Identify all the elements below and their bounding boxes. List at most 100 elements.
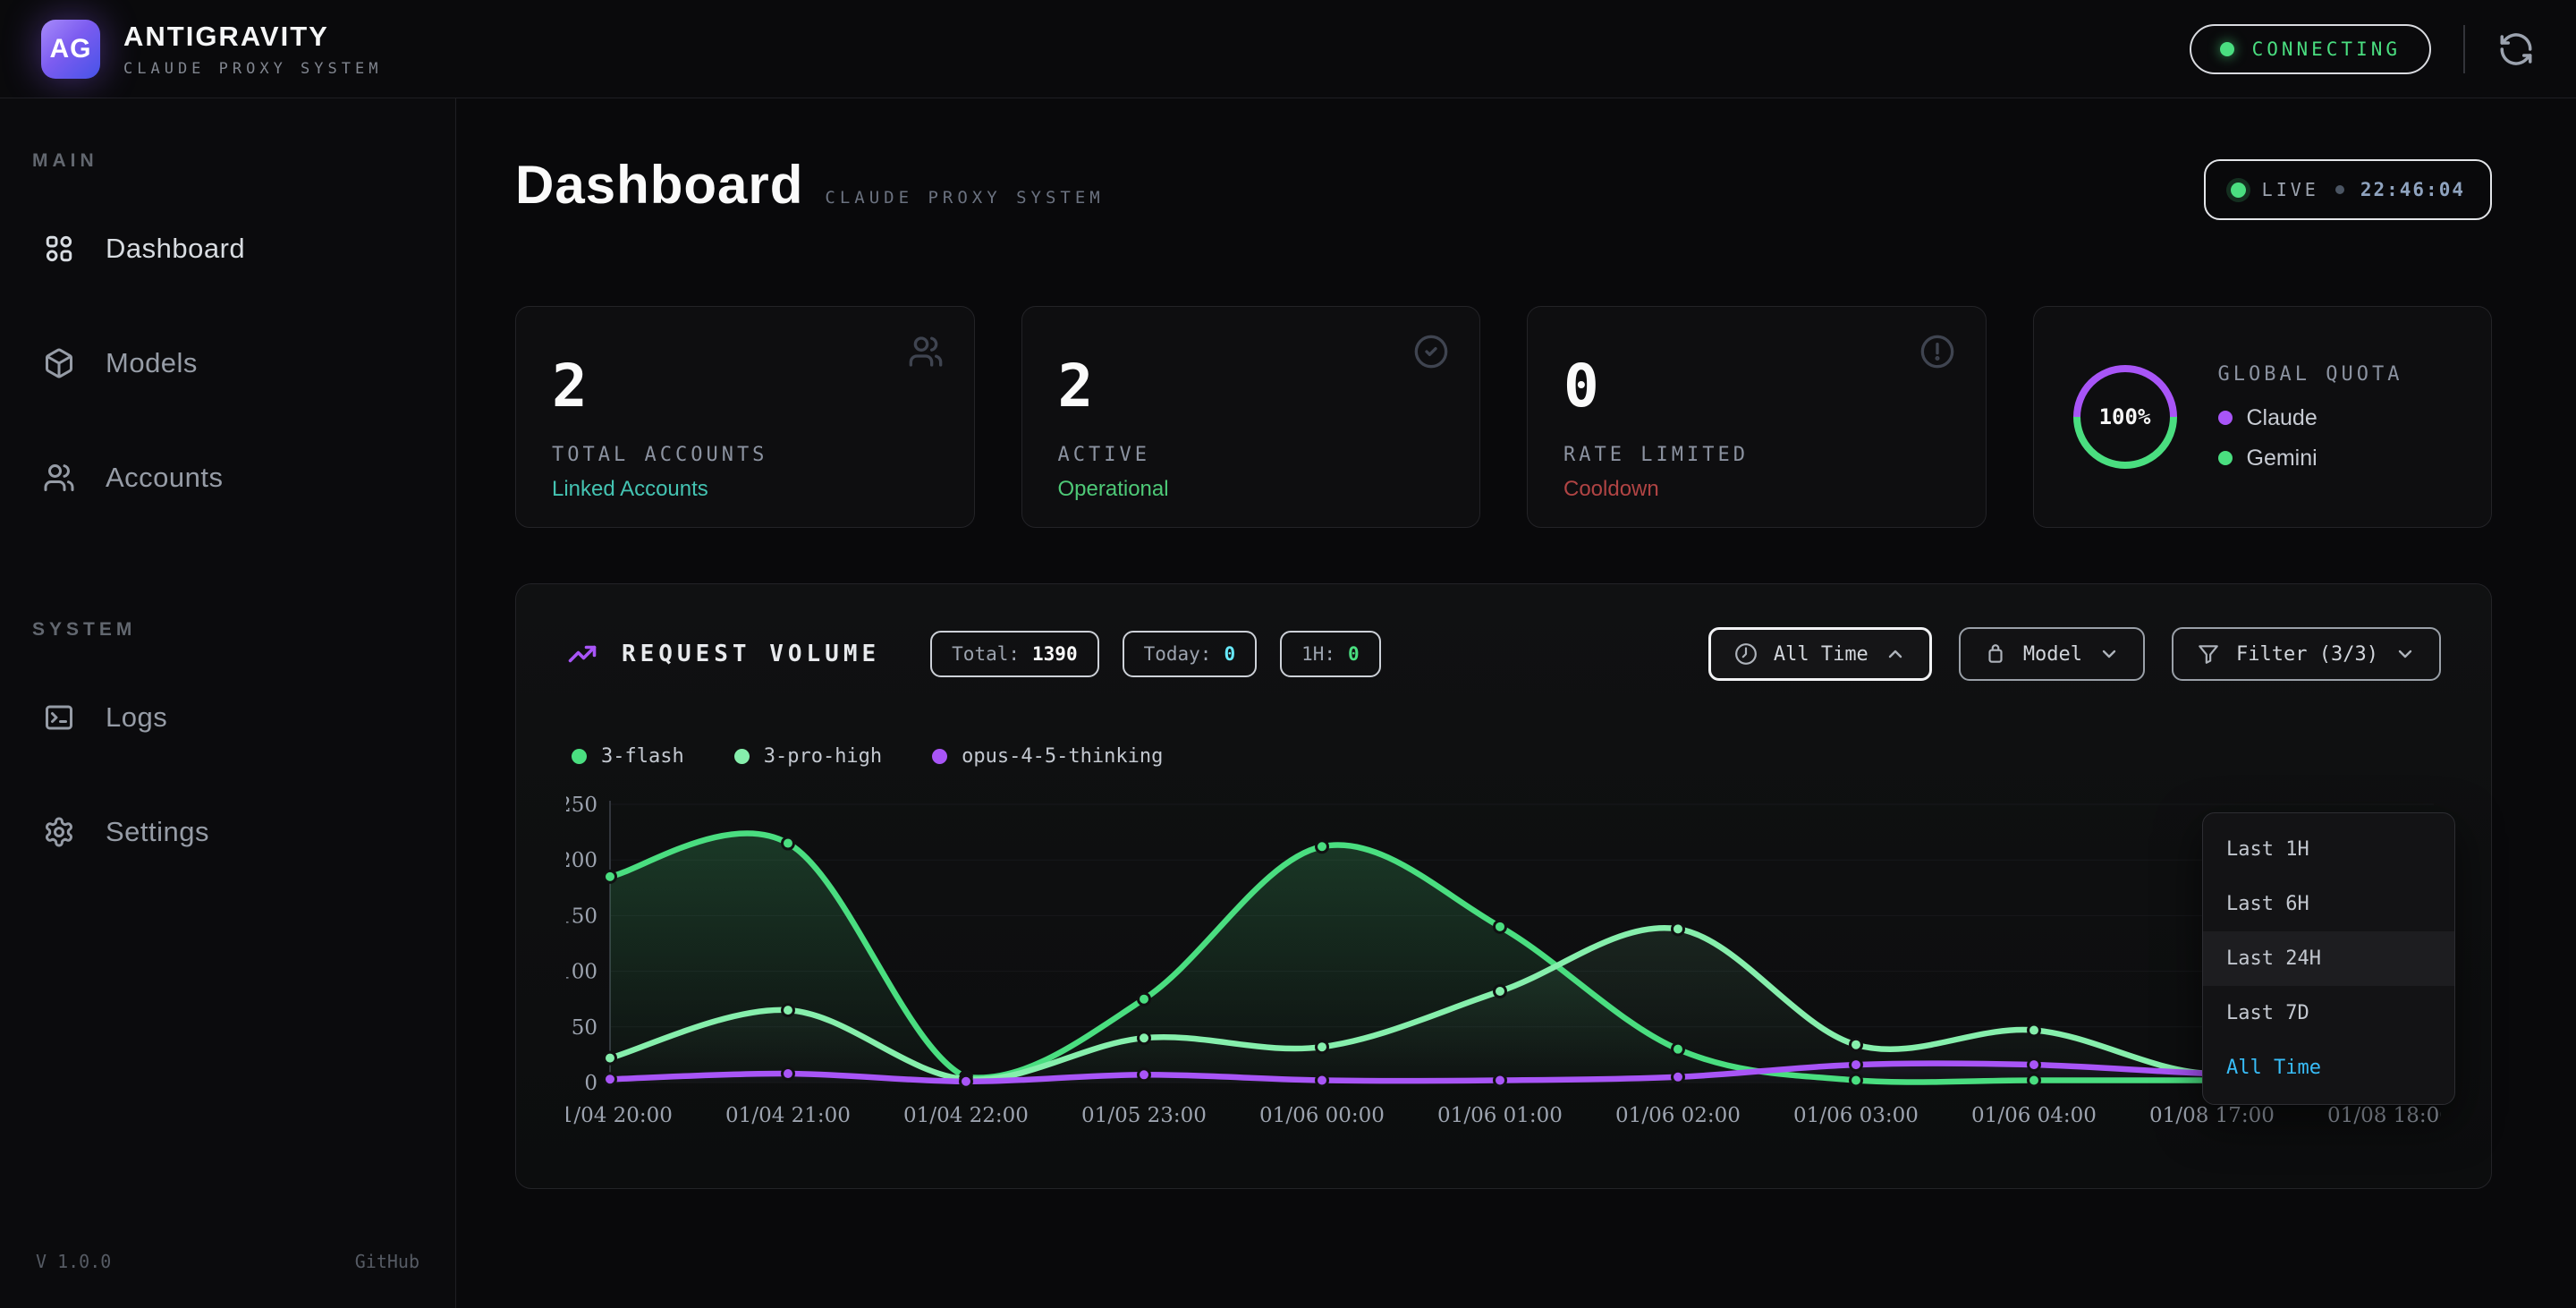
cube-icon bbox=[43, 347, 75, 379]
panel-title: REQUEST VOLUME bbox=[622, 641, 880, 667]
sidebar-item-models[interactable]: Models bbox=[30, 326, 425, 401]
github-link[interactable]: GitHub bbox=[355, 1251, 419, 1272]
svg-text:0: 0 bbox=[584, 1072, 597, 1095]
page-subtitle: CLAUDE PROXY SYSTEM bbox=[825, 188, 1104, 208]
terminal-icon bbox=[43, 701, 75, 734]
pill-value: 1390 bbox=[1032, 643, 1078, 665]
series-dot-icon bbox=[572, 749, 587, 764]
dot-separator-icon bbox=[2335, 185, 2344, 194]
claude-dot-icon bbox=[2218, 411, 2233, 425]
svg-text:01/06 04:00: 01/06 04:00 bbox=[1971, 1104, 2097, 1127]
divider bbox=[2463, 25, 2465, 73]
sidebar: MAIN Dashboard Models bbox=[0, 98, 456, 1308]
chevron-down-icon bbox=[2098, 643, 2120, 665]
sidebar-item-label: Dashboard bbox=[106, 233, 245, 265]
quota-legend-claude: Claude bbox=[2218, 405, 2403, 431]
dropdown-item-last-24h[interactable]: Last 24H bbox=[2203, 931, 2454, 986]
trending-up-icon bbox=[566, 638, 598, 670]
stat-value: 0 bbox=[1563, 352, 1950, 420]
svg-text:01/06 02:00: 01/06 02:00 bbox=[1615, 1104, 1741, 1127]
stat-sublabel: Cooldown bbox=[1563, 477, 1950, 502]
today-requests-pill: Today: 0 bbox=[1123, 631, 1258, 677]
time-range-button[interactable]: All Time bbox=[1708, 627, 1932, 681]
request-volume-chart[interactable]: 05010015020025001/04 20:0001/04 21:0001/… bbox=[566, 793, 2441, 1152]
app-logo: AG bbox=[41, 20, 100, 79]
sidebar-item-settings[interactable]: Settings bbox=[30, 794, 425, 870]
svg-text:01/04 20:00: 01/04 20:00 bbox=[566, 1104, 673, 1127]
sidebar-section-main: MAIN bbox=[30, 150, 425, 172]
funnel-icon bbox=[2197, 642, 2220, 666]
time-range-dropdown: Last 1H Last 6H Last 24H Last 7D All Tim… bbox=[2202, 812, 2455, 1105]
pill-value: 0 bbox=[1224, 643, 1235, 665]
legend-label: 3-pro-high bbox=[764, 745, 882, 768]
clock-icon bbox=[1734, 642, 1758, 666]
svg-text:01/06 01:00: 01/06 01:00 bbox=[1437, 1104, 1563, 1127]
box-icon bbox=[1984, 642, 2007, 666]
global-quota-card: 100% GLOBAL QUOTA Claude Gemini bbox=[2033, 306, 2493, 528]
quota-legend-label: Gemini bbox=[2247, 446, 2318, 471]
chart-legend: 3-flash 3-pro-high opus-4-5-thinking bbox=[572, 745, 2441, 768]
app-subtitle: CLAUDE PROXY SYSTEM bbox=[123, 60, 382, 78]
sidebar-item-label: Settings bbox=[106, 816, 209, 848]
refresh-button[interactable] bbox=[2497, 30, 2535, 68]
main-content: Dashboard CLAUDE PROXY SYSTEM LIVE 22:46… bbox=[456, 98, 2576, 1308]
page-title: Dashboard bbox=[515, 154, 803, 216]
pill-label: Total: bbox=[952, 643, 1020, 665]
chevron-up-icon bbox=[1885, 643, 1906, 665]
quota-label: GLOBAL QUOTA bbox=[2218, 363, 2403, 386]
legend-label: 3-flash bbox=[601, 745, 684, 768]
status-dot-icon bbox=[2220, 42, 2234, 56]
stat-sublabel: Linked Accounts bbox=[552, 477, 938, 502]
svg-text:100: 100 bbox=[566, 961, 597, 984]
users-icon bbox=[908, 334, 944, 374]
svg-text:01/08 18:00: 01/08 18:00 bbox=[2327, 1104, 2441, 1127]
dropdown-item-last-1h[interactable]: Last 1H bbox=[2203, 822, 2454, 877]
series-dot-icon bbox=[932, 749, 947, 764]
svg-text:01/06 03:00: 01/06 03:00 bbox=[1793, 1104, 1919, 1127]
sidebar-item-label: Accounts bbox=[106, 462, 224, 494]
svg-text:01/06 00:00: 01/06 00:00 bbox=[1259, 1104, 1385, 1127]
quota-percent: 100% bbox=[2070, 361, 2181, 472]
stat-label: RATE LIMITED bbox=[1563, 444, 1950, 466]
alert-circle-icon bbox=[1919, 334, 1955, 374]
legend-item-3-pro-high: 3-pro-high bbox=[734, 745, 882, 768]
filter-button[interactable]: Filter (3/3) bbox=[2172, 627, 2441, 681]
stat-card-active: 2 ACTIVE Operational bbox=[1021, 306, 1481, 528]
quota-legend-label: Claude bbox=[2247, 405, 2318, 431]
sidebar-item-dashboard[interactable]: Dashboard bbox=[30, 211, 425, 286]
sidebar-item-label: Logs bbox=[106, 701, 167, 734]
stat-card-total-accounts: 2 TOTAL ACCOUNTS Linked Accounts bbox=[515, 306, 975, 528]
stat-value: 2 bbox=[1058, 352, 1445, 420]
grid-icon bbox=[43, 233, 75, 265]
chevron-down-icon bbox=[2394, 643, 2416, 665]
users-icon bbox=[43, 462, 75, 494]
stat-label: ACTIVE bbox=[1058, 444, 1445, 466]
series-dot-icon bbox=[734, 749, 750, 764]
hour-requests-pill: 1H: 0 bbox=[1280, 631, 1381, 677]
sidebar-item-accounts[interactable]: Accounts bbox=[30, 440, 425, 515]
quota-legend-gemini: Gemini bbox=[2218, 446, 2403, 471]
model-filter-button[interactable]: Model bbox=[1959, 627, 2145, 681]
sidebar-item-label: Models bbox=[106, 347, 198, 379]
stat-label: TOTAL ACCOUNTS bbox=[552, 444, 938, 466]
svg-text:01/04 22:00: 01/04 22:00 bbox=[903, 1104, 1029, 1127]
stat-value: 2 bbox=[552, 352, 938, 420]
quota-ring: 100% bbox=[2070, 361, 2181, 472]
svg-text:01/05 23:00: 01/05 23:00 bbox=[1081, 1104, 1207, 1127]
dropdown-item-last-7d[interactable]: Last 7D bbox=[2203, 986, 2454, 1040]
gear-icon bbox=[43, 816, 75, 848]
live-status-badge: LIVE 22:46:04 bbox=[2204, 159, 2492, 220]
stat-card-rate-limited: 0 RATE LIMITED Cooldown bbox=[1527, 306, 1987, 528]
check-circle-icon bbox=[1413, 334, 1449, 374]
brand: AG ANTIGRAVITY CLAUDE PROXY SYSTEM bbox=[41, 20, 382, 79]
dropdown-item-all-time[interactable]: All Time bbox=[2203, 1040, 2454, 1095]
svg-text:50: 50 bbox=[572, 1016, 597, 1040]
sidebar-item-logs[interactable]: Logs bbox=[30, 680, 425, 755]
pill-value: 0 bbox=[1348, 643, 1360, 665]
live-dot-icon bbox=[2231, 183, 2246, 198]
app-version: V 1.0.0 bbox=[36, 1251, 111, 1272]
model-filter-label: Model bbox=[2023, 643, 2082, 666]
clock-value: 22:46:04 bbox=[2360, 179, 2465, 200]
svg-text:01/08 17:00: 01/08 17:00 bbox=[2149, 1104, 2275, 1127]
dropdown-item-last-6h[interactable]: Last 6H bbox=[2203, 877, 2454, 931]
